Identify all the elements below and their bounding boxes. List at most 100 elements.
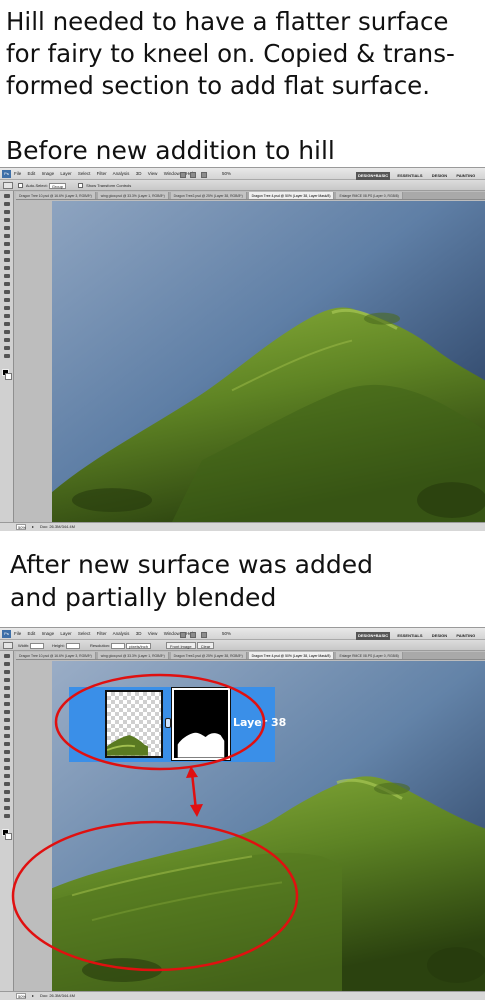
document-tab[interactable]: Dragon Tree2.psd @ 25% (Layer 38, RGB/8*… xyxy=(170,192,247,199)
quick-select-tool-icon[interactable] xyxy=(3,677,11,683)
menu-filter[interactable]: Filter xyxy=(97,171,107,176)
document-tab[interactable]: wing glow.psd @ 33.3% (Layer 1, RGB/8*) xyxy=(97,192,169,199)
layer-mask-thumbnail[interactable] xyxy=(171,687,231,761)
bridge-icon[interactable] xyxy=(180,172,186,178)
layer-name[interactable]: Layer 38 xyxy=(233,717,286,729)
shape-tool-icon[interactable] xyxy=(3,329,11,335)
history-brush-tool-icon[interactable] xyxy=(3,265,11,271)
dodge-tool-icon[interactable] xyxy=(3,297,11,303)
clone-stamp-tool-icon[interactable] xyxy=(3,257,11,263)
auto-select-checkbox[interactable] xyxy=(18,183,23,189)
view-extras-icon[interactable] xyxy=(200,172,207,178)
brush-tool-icon[interactable] xyxy=(3,709,11,715)
workspace-design[interactable]: DESIGN xyxy=(430,632,449,640)
document-tab[interactable]: Enlarge RMCE 08.PS (Layer 0, RGB/8) xyxy=(336,652,403,659)
brush-tool-icon[interactable] xyxy=(3,249,11,255)
hand-tool-icon[interactable] xyxy=(3,805,11,811)
layer-panel-row[interactable]: Layer 38 xyxy=(69,687,286,762)
crop-tool-preset-icon[interactable] xyxy=(3,642,13,649)
menu-file[interactable]: File xyxy=(14,171,21,176)
document-tab[interactable]: Dragon Tree 10.psd @ 16.6% (Layer 3, RGB… xyxy=(16,192,96,199)
eyedropper-tool-icon[interactable] xyxy=(3,693,11,699)
document-canvas[interactable] xyxy=(52,201,485,522)
document-tab-active[interactable]: Dragon Tree 4.psd @ 50% (Layer 38, Layer… xyxy=(248,192,335,199)
menu-file[interactable]: File xyxy=(14,631,21,636)
document-tab-active[interactable]: Dragon Tree 4.psd @ 50% (Layer 38, Layer… xyxy=(248,652,335,659)
document-tab[interactable]: wing glow.psd @ 33.3% (Layer 1, RGB/8*) xyxy=(97,652,169,659)
height-field[interactable] xyxy=(65,642,80,649)
transform-controls-checkbox[interactable] xyxy=(78,183,83,189)
link-chain-icon[interactable] xyxy=(165,718,171,728)
workspace-essentials[interactable]: ESSENTIALS xyxy=(395,632,424,640)
workspace-essentials[interactable]: ESSENTIALS xyxy=(395,172,424,180)
quick-select-tool-icon[interactable] xyxy=(3,217,11,223)
path-select-tool-icon[interactable] xyxy=(3,781,11,787)
gradient-tool-icon[interactable] xyxy=(3,281,11,287)
menu-view[interactable]: View xyxy=(148,631,158,636)
shape-tool-icon[interactable] xyxy=(3,789,11,795)
document-tab[interactable]: Enlarge RMCE 08.PS (Layer 0, RGB/8) xyxy=(336,192,403,199)
menu-select[interactable]: Select xyxy=(78,171,91,176)
marquee-tool-icon[interactable] xyxy=(3,201,11,207)
menu-view[interactable]: View xyxy=(148,171,158,176)
path-select-tool-icon[interactable] xyxy=(3,321,11,327)
menu-analysis[interactable]: Analysis xyxy=(113,171,130,176)
crop-tool-icon[interactable] xyxy=(3,225,11,231)
mini-bridge-icon[interactable] xyxy=(190,632,197,638)
mini-bridge-icon[interactable] xyxy=(190,172,197,178)
eraser-tool-icon[interactable] xyxy=(3,733,11,739)
3d-rotate-tool-icon[interactable] xyxy=(3,797,11,803)
status-arrow-icon[interactable]: ▸ xyxy=(32,992,34,1000)
auto-select-dropdown[interactable]: Group xyxy=(48,182,66,189)
lasso-tool-icon[interactable] xyxy=(3,209,11,215)
history-brush-tool-icon[interactable] xyxy=(3,725,11,731)
lasso-tool-icon[interactable] xyxy=(3,669,11,675)
resolution-field[interactable] xyxy=(111,642,126,649)
width-field[interactable] xyxy=(30,642,45,649)
healing-brush-tool-icon[interactable] xyxy=(3,241,11,247)
menu-3d[interactable]: 3D xyxy=(136,631,142,636)
menu-window[interactable]: Window xyxy=(164,171,180,176)
layer-thumbnail[interactable] xyxy=(105,690,163,758)
menu-analysis[interactable]: Analysis xyxy=(113,631,130,636)
crop-tool-icon[interactable] xyxy=(3,685,11,691)
zoom-tool-icon[interactable] xyxy=(3,813,11,819)
view-extras-icon[interactable] xyxy=(200,632,207,638)
move-tool-icon[interactable] xyxy=(3,653,11,659)
menu-filter[interactable]: Filter xyxy=(97,631,107,636)
workspace-design-basic[interactable]: DESIGN+BASIC xyxy=(356,632,391,640)
status-arrow-icon[interactable]: ▸ xyxy=(32,523,34,531)
pen-tool-icon[interactable] xyxy=(3,305,11,311)
eyedropper-tool-icon[interactable] xyxy=(3,233,11,239)
document-tab[interactable]: Dragon Tree 10.psd @ 16.6% (Layer 3, RGB… xyxy=(16,652,96,659)
zoom-tool-icon[interactable] xyxy=(3,353,11,359)
eraser-tool-icon[interactable] xyxy=(3,273,11,279)
menu-3d[interactable]: 3D xyxy=(136,171,142,176)
3d-rotate-tool-icon[interactable] xyxy=(3,337,11,343)
blur-tool-icon[interactable] xyxy=(3,749,11,755)
menu-image[interactable]: Image xyxy=(42,631,55,636)
workspace-design[interactable]: DESIGN xyxy=(430,172,449,180)
menu-layer[interactable]: Layer xyxy=(60,631,71,636)
healing-brush-tool-icon[interactable] xyxy=(3,701,11,707)
app-zoom-level[interactable]: 50% xyxy=(222,168,231,180)
blur-tool-icon[interactable] xyxy=(3,289,11,295)
menu-select[interactable]: Select xyxy=(78,631,91,636)
workspace-painting[interactable]: PAINTING xyxy=(454,172,477,180)
status-zoom-field[interactable]: 50% xyxy=(16,993,26,999)
menu-image[interactable]: Image xyxy=(42,171,55,176)
move-tool-icon[interactable] xyxy=(3,193,11,199)
workspace-painting[interactable]: PAINTING xyxy=(454,632,477,640)
bridge-icon[interactable] xyxy=(180,632,186,638)
clear-button[interactable]: Clear xyxy=(196,642,215,650)
gradient-tool-icon[interactable] xyxy=(3,741,11,747)
type-tool-icon[interactable] xyxy=(3,773,11,779)
hand-tool-icon[interactable] xyxy=(3,345,11,351)
clone-stamp-tool-icon[interactable] xyxy=(3,717,11,723)
pen-tool-icon[interactable] xyxy=(3,765,11,771)
background-color-swatch[interactable] xyxy=(5,833,12,840)
status-zoom-field[interactable]: 50% xyxy=(16,524,26,530)
menu-edit[interactable]: Edit xyxy=(28,631,36,636)
front-image-button[interactable]: Front Image xyxy=(166,642,196,650)
menu-layer[interactable]: Layer xyxy=(60,171,71,176)
